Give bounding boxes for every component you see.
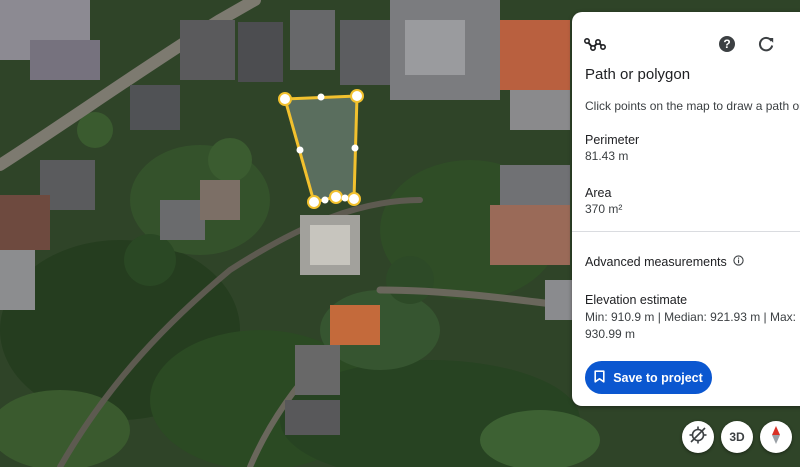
- polygon-midpoint[interactable]: [341, 194, 349, 202]
- area-value: 370 m²: [585, 202, 623, 216]
- 3d-toggle-button[interactable]: 3D: [721, 421, 753, 453]
- elevation-values: Min: 910.9 m | Median: 921.93 m | Max: 9…: [585, 310, 796, 341]
- area-label: Area: [585, 186, 612, 200]
- polygon-midpoint[interactable]: [351, 144, 359, 152]
- perimeter-label: Perimeter: [585, 133, 640, 147]
- svg-text:?: ?: [723, 37, 730, 51]
- polygon-midpoint[interactable]: [321, 196, 329, 204]
- polygon-vertex[interactable]: [350, 89, 364, 103]
- compass-button[interactable]: [760, 421, 792, 453]
- measurement-panel: ? Path or polygon Click points on the ma…: [572, 12, 800, 406]
- elevation-label: Elevation estimate: [585, 293, 688, 307]
- polygon-midpoint[interactable]: [296, 146, 304, 154]
- polygon-vertex[interactable]: [347, 192, 361, 206]
- perimeter-value: 81.43 m: [585, 149, 629, 163]
- help-icon[interactable]: ?: [715, 32, 739, 56]
- bookmark-icon: [594, 369, 605, 386]
- advanced-measurements-label: Advanced measurements: [585, 255, 727, 269]
- recenter-icon: [688, 425, 708, 450]
- panel-title: Path or polygon: [585, 66, 691, 83]
- polygon-vertex[interactable]: [307, 195, 321, 209]
- panel-divider: [572, 231, 800, 232]
- recenter-button[interactable]: [682, 421, 714, 453]
- polygon-vertex[interactable]: [329, 190, 343, 204]
- advanced-measurements-toggle[interactable]: Advanced measurements: [585, 255, 744, 269]
- info-icon[interactable]: [733, 255, 744, 269]
- save-to-project-button[interactable]: Save to project: [585, 361, 712, 394]
- polygon-midpoint[interactable]: [317, 93, 325, 101]
- polygon-vertex[interactable]: [278, 92, 292, 106]
- reset-icon[interactable]: [754, 32, 778, 56]
- panel-description: Click points on the map to draw a path o…: [585, 99, 800, 113]
- path-tool-icon[interactable]: [583, 32, 607, 56]
- save-button-label: Save to project: [613, 370, 703, 385]
- compass-icon: [769, 425, 783, 450]
- 3d-label: 3D: [729, 430, 745, 444]
